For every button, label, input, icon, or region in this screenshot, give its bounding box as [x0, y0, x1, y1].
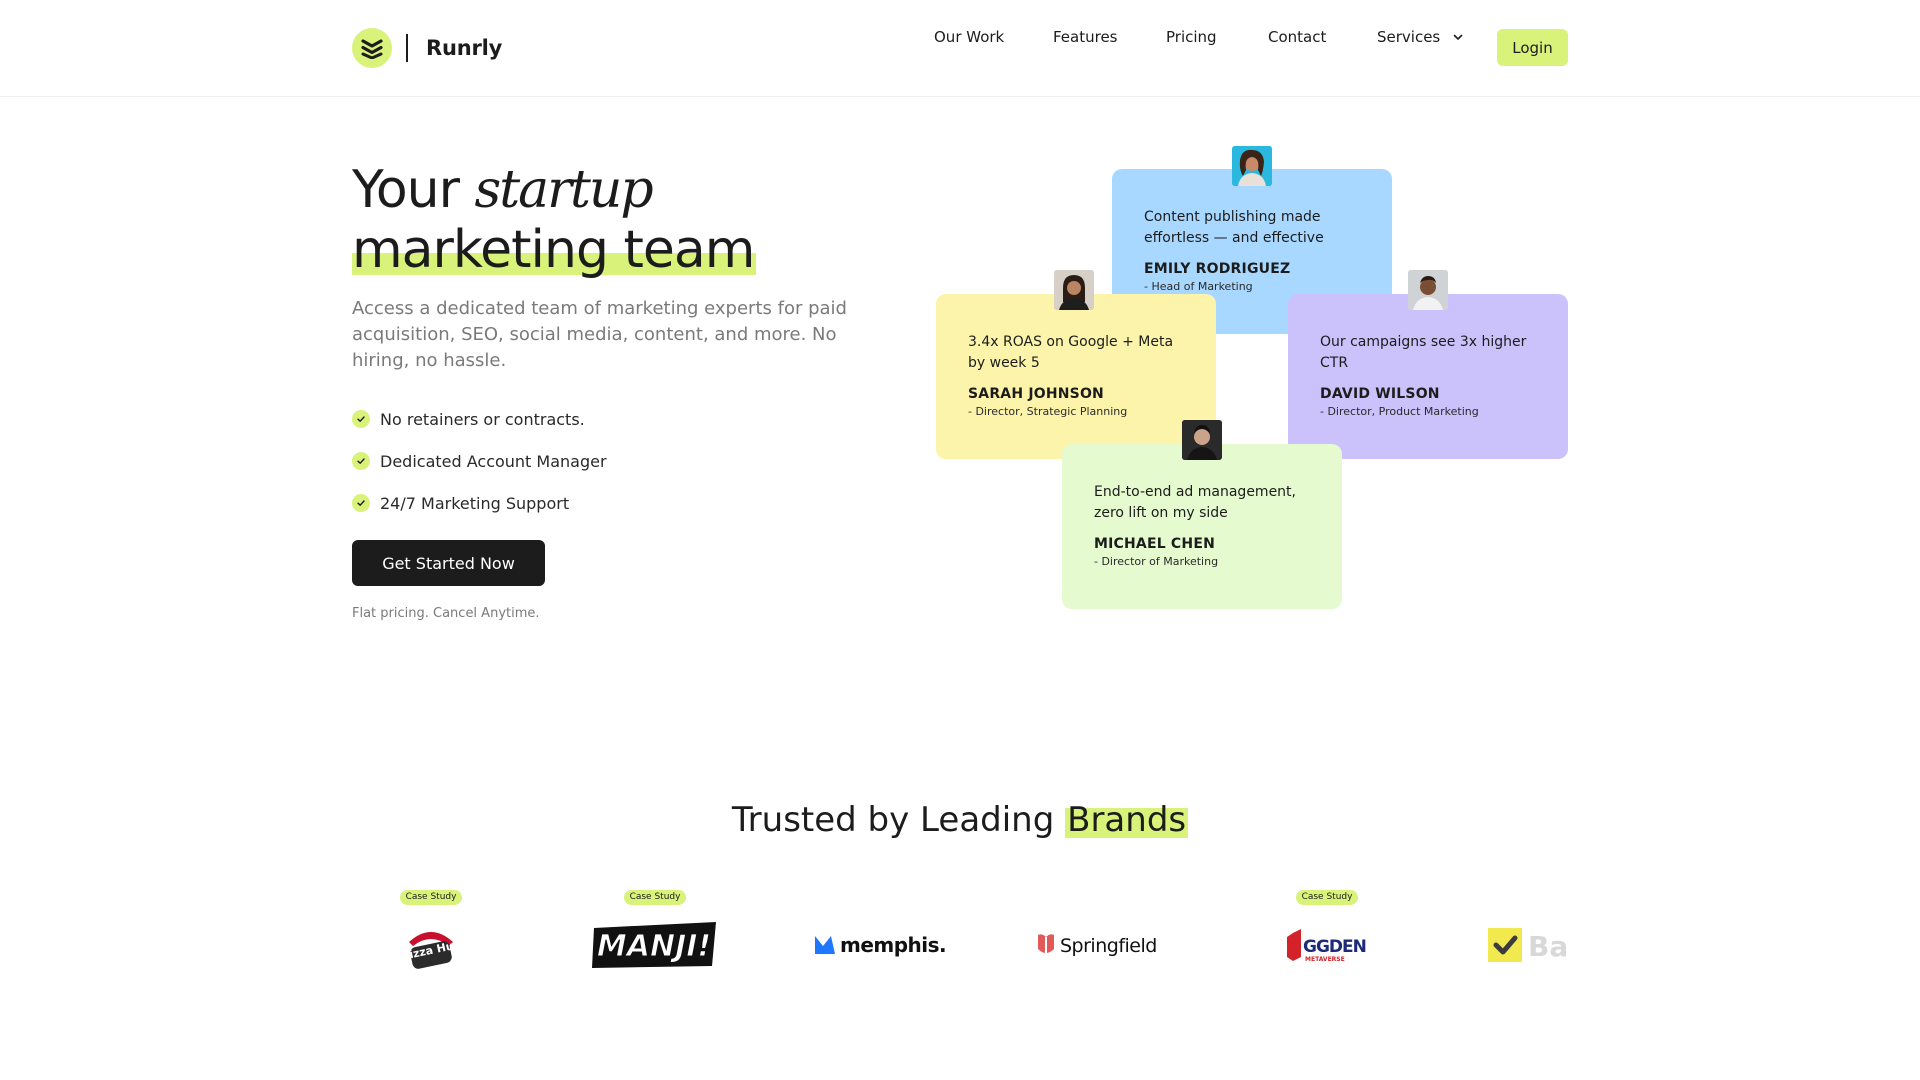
login-button[interactable]: Login	[1497, 29, 1568, 66]
ggden-logo-text: GGDEN	[1303, 937, 1366, 957]
brand-pizza-hut[interactable]: Case Study Pizza Hut	[341, 890, 521, 990]
feature-list: No retainers or contracts. Dedicated Acc…	[352, 398, 607, 524]
springfield-logo: Springfield	[1036, 917, 1170, 973]
cta-note: Flat pricing. Cancel Anytime.	[352, 606, 540, 621]
brand-partial[interactable]: Ba	[1461, 890, 1568, 990]
avatar	[1054, 270, 1094, 310]
feature-text: Dedicated Account Manager	[380, 451, 607, 471]
feature-text: No retainers or contracts.	[380, 409, 585, 429]
brand-ggden[interactable]: Case Study GGDEN METAVERSE	[1237, 890, 1417, 990]
case-study-badge: Case Study	[1295, 890, 1359, 905]
partial-brand-text: Ba	[1528, 930, 1568, 963]
manji-logo: MANJI!	[588, 917, 722, 973]
testimonial-role: - Director of Marketing	[1094, 555, 1219, 568]
testimonial-card: 3.4x ROAS on Google + Meta by week 5 SAR…	[936, 294, 1216, 459]
testimonial-card: End-to-end ad management, zero lift on m…	[1062, 444, 1342, 609]
testimonial-card: Our campaigns see 3x higher CTR DAVID WI…	[1288, 294, 1568, 459]
hero-subtitle: Access a dedicated team of marketing exp…	[352, 298, 847, 371]
hero-title: Your startup marketing team	[352, 160, 757, 280]
brand-springfield[interactable]: Springfield	[1013, 890, 1193, 990]
testimonial-quote: End-to-end ad management, zero lift on m…	[1094, 484, 1296, 521]
avatar	[1182, 420, 1222, 460]
pizza-hut-logo: Pizza Hut	[403, 917, 459, 973]
hero-title-highlight: marketing team	[352, 220, 757, 280]
check-icon	[352, 494, 370, 512]
manji-logo-text: MANJI!	[597, 929, 711, 964]
memphis-logo: memphis.	[813, 917, 945, 973]
brand-memphis[interactable]: memphis.	[789, 890, 969, 990]
feature-text: 24/7 Marketing Support	[380, 493, 570, 513]
testimonial-role: - Head of Marketing	[1144, 280, 1253, 293]
avatar	[1408, 270, 1448, 310]
feature-item: No retainers or contracts.	[352, 398, 607, 440]
trusted-highlight: Brands	[1065, 800, 1189, 840]
nav-our-work[interactable]: Our Work	[934, 28, 1004, 46]
logo-divider	[406, 34, 408, 62]
testimonial-quote: Content publishing made effortless — and…	[1144, 209, 1324, 246]
check-icon	[352, 452, 370, 470]
brand-manji[interactable]: Case Study MANJI!	[565, 890, 745, 990]
chevron-down-icon	[1453, 34, 1463, 41]
testimonial-name: EMILY RODRIGUEZ	[1144, 261, 1291, 277]
partial-brand-logo: Ba	[1488, 917, 1568, 973]
testimonial-role: - Director, Strategic Planning	[968, 405, 1128, 418]
testimonial-quote: 3.4x ROAS on Google + Meta by week 5	[968, 334, 1174, 371]
feature-item: Dedicated Account Manager	[352, 440, 607, 482]
testimonial-role: - Director, Product Marketing	[1320, 405, 1479, 418]
logo-mark-icon	[352, 28, 392, 68]
ggden-logo-subtext: METAVERSE	[1305, 956, 1345, 963]
avatar	[1232, 146, 1272, 186]
ggden-logo: GGDEN METAVERSE	[1285, 917, 1369, 973]
case-study-badge: Case Study	[623, 890, 687, 905]
feature-item: 24/7 Marketing Support	[352, 482, 607, 524]
case-study-badge: Case Study	[399, 890, 463, 905]
testimonial-name: SARAH JOHNSON	[968, 386, 1104, 402]
check-icon	[352, 410, 370, 428]
testimonial-name: MICHAEL CHEN	[1094, 536, 1215, 552]
nav-pricing[interactable]: Pricing	[1166, 28, 1217, 46]
testimonial-quote: Our campaigns see 3x higher CTR	[1320, 334, 1527, 371]
brand-name: Runrly	[426, 36, 503, 60]
hero-title-word: Your	[352, 160, 460, 220]
springfield-logo-text: Springfield	[1060, 935, 1157, 957]
nav-services[interactable]: Services	[1377, 28, 1464, 46]
nav-services-label: Services	[1377, 28, 1441, 46]
nav-features[interactable]: Features	[1053, 28, 1118, 46]
trusted-title: Trusted by Leading	[731, 800, 1055, 840]
site-header: Runrly Our Work Features Pricing Contact…	[0, 0, 1920, 97]
testimonial-name: DAVID WILSON	[1320, 386, 1440, 402]
trusted-heading: Trusted by Leading Brands	[0, 800, 1920, 840]
memphis-logo-text: memphis.	[840, 933, 945, 957]
hero-title-italic: startup	[474, 160, 654, 220]
nav-contact[interactable]: Contact	[1268, 28, 1326, 46]
get-started-button[interactable]: Get Started Now	[352, 540, 545, 586]
logo[interactable]: Runrly	[352, 27, 502, 69]
